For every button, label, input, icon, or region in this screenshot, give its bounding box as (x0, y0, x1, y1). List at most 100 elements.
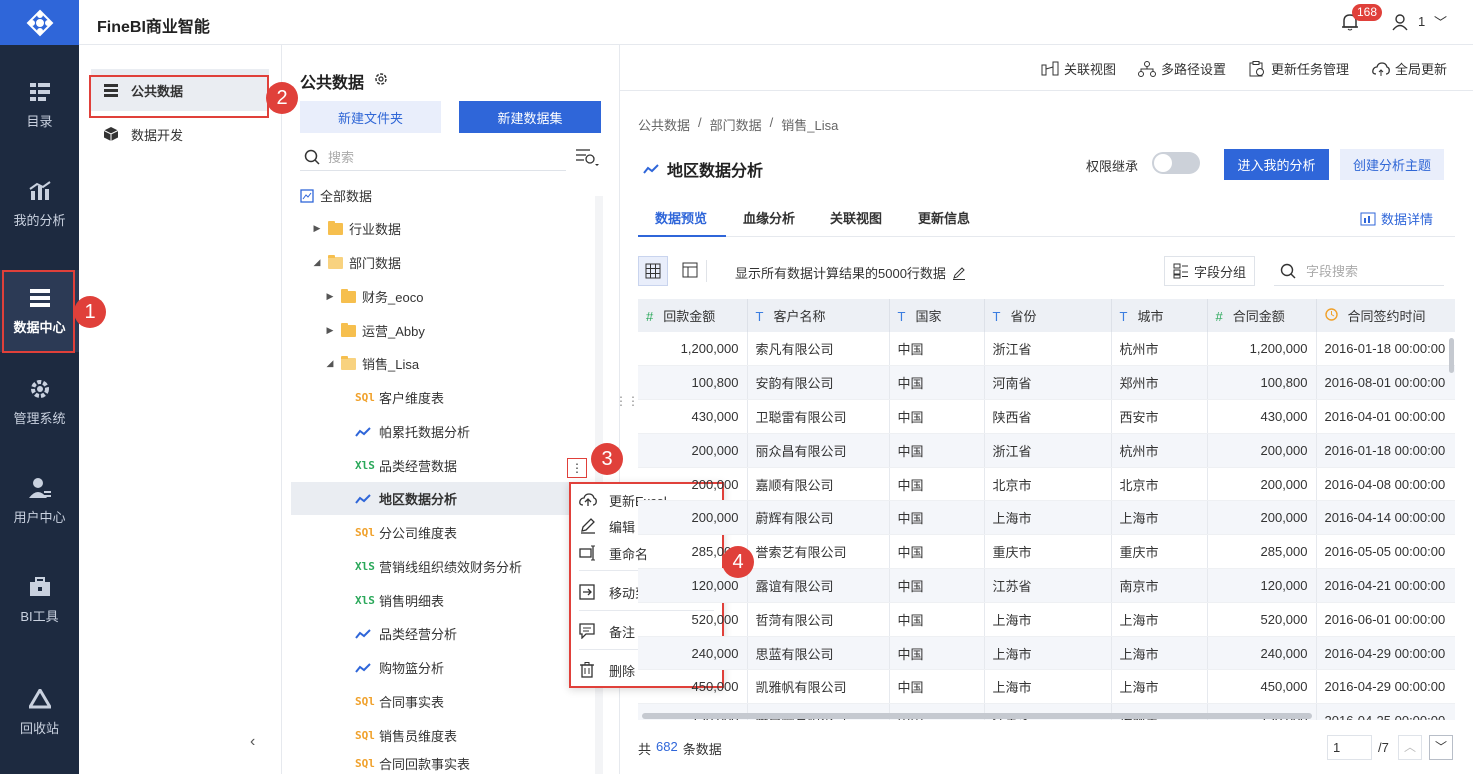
tree-node-dataset[interactable]: SQl 合同事实表 (355, 685, 444, 718)
tree-search[interactable]: 搜索 (300, 143, 566, 171)
tree-node-dataset[interactable]: 购物篮分析 (355, 651, 444, 684)
update-task-button[interactable]: 更新任务管理 (1248, 59, 1349, 78)
tree-node-folder[interactable]: ◢ 部门数据 (312, 246, 401, 279)
tree-node-label: 合同回款事实表 (379, 756, 471, 772)
column-header[interactable]: T 城市 (1111, 299, 1208, 332)
tree-node-label: 品类经营数据 (379, 459, 458, 474)
table-row[interactable]: 200,000 蔚辉有限公司 中国 上海市 上海市 200,000 2016-04-14 0… (638, 500, 1455, 536)
create-topic-button[interactable]: 创建分析主题 (1340, 149, 1444, 180)
sql-icon: SQl (355, 729, 375, 742)
next-page-button[interactable]: ﹀ (1429, 735, 1453, 760)
toolbar-label: 更新任务管理 (1271, 62, 1350, 77)
tab-relation-view[interactable]: 关联视图 (830, 208, 882, 227)
column-header-label: 省份 (1010, 309, 1037, 324)
page-input[interactable]: 1 (1327, 735, 1372, 760)
relation-view-button[interactable]: 关联视图 (1041, 59, 1116, 78)
tab-lineage[interactable]: 血缘分析 (743, 208, 795, 227)
tree-node-dataset[interactable]: XlS 品类经营数据 (355, 449, 457, 482)
tree-node-dataset[interactable]: SQl 分公司维度表 (355, 516, 457, 549)
tree-node-folder[interactable]: ▶ 行业数据 (312, 212, 401, 245)
enter-analysis-button[interactable]: 进入我的分析 (1224, 149, 1329, 180)
sort-filter-icon[interactable] (575, 147, 601, 170)
tree-node-folder[interactable]: ▶ 财务_eoco (325, 280, 423, 313)
top-bar (79, 0, 1473, 45)
tree-node-folder[interactable]: ▶ 运营_Abby (325, 314, 425, 347)
table-cell: 凯雅帆有限公司 (747, 669, 890, 705)
tree-node-all-data[interactable]: 全部数据 (300, 179, 372, 212)
table-vscroll-thumb[interactable] (1449, 338, 1454, 373)
table-cell: 河南省 (984, 365, 1112, 401)
column-header[interactable]: # 合同金额 (1207, 299, 1317, 332)
data-details-link[interactable]: 数据详情 (1360, 209, 1433, 228)
menu-item-edit[interactable]: 编辑 (579, 513, 635, 539)
new-dataset-button[interactable]: 新建数据集 (459, 101, 601, 133)
field-search-input[interactable]: 字段搜索 (1274, 256, 1444, 286)
column-header[interactable]: T 国家 (889, 299, 985, 332)
table-row[interactable]: 200,000 嘉顺有限公司 中国 北京市 北京市 200,000 2016-04-08 0… (638, 467, 1455, 502)
breadcrumb-item[interactable]: 公共数据 (638, 115, 690, 134)
table-hscroll-thumb[interactable] (642, 713, 1312, 719)
layout-view-icon[interactable] (682, 262, 698, 281)
prev-page-button[interactable]: ︿ (1398, 735, 1422, 760)
sidebar-item-data-dev[interactable]: 数据开发 (91, 113, 269, 155)
breadcrumb-item[interactable]: 部门数据 (710, 115, 762, 134)
table-row[interactable]: 100,800 安韵有限公司 中国 河南省 郑州市 100,800 2016-08-01 0… (638, 365, 1455, 401)
table-row[interactable]: 520,000 哲菏有限公司 中国 上海市 上海市 520,000 2016-06-01 0… (638, 602, 1455, 637)
settings-icon[interactable] (373, 71, 389, 90)
tree-node-dataset[interactable]: 品类经营分析 (355, 617, 457, 650)
more-options-button[interactable]: ⋮ (567, 458, 587, 478)
grid-view-button[interactable] (638, 256, 668, 286)
table-row[interactable]: 430,000 卫聪雷有限公司 中国 陕西省 西安市 430,000 2016-04-01 … (638, 399, 1455, 434)
table-cell: 浙江省 (984, 433, 1112, 468)
table-row[interactable]: 1,200,000 索凡有限公司 中国 浙江省 杭州市 1,200,000 2016-01-… (638, 332, 1455, 367)
nav-my-analysis[interactable]: 我的分析 (0, 159, 79, 249)
tree-node-label: 分公司维度表 (379, 526, 458, 541)
tree-node-dataset-selected[interactable]: 地区数据分析 (291, 482, 591, 515)
inherit-toggle[interactable] (1152, 152, 1200, 174)
tab-update-info[interactable]: 更新信息 (918, 208, 970, 227)
tree-node-dataset[interactable]: 帕累托数据分析 (355, 415, 470, 448)
table-cell: 索凡有限公司 (747, 332, 890, 367)
chevron-down-icon[interactable]: ﹀ (1434, 12, 1447, 31)
column-header[interactable]: # 回款金额 (638, 299, 748, 332)
pencil-icon (581, 518, 595, 534)
tree-node-dataset[interactable]: SQl 客户维度表 (355, 381, 444, 414)
column-header[interactable]: T 省份 (984, 299, 1112, 332)
tree-node-dataset[interactable]: SQl 销售员维度表 (355, 719, 457, 752)
menu-item-delete[interactable]: 删除 (579, 657, 635, 683)
multipath-button[interactable]: 多路径设置 (1138, 59, 1226, 78)
table-row[interactable]: 450,000 凯雅帆有限公司 中国 上海市 上海市 450,000 2016-04-29 … (638, 669, 1455, 705)
nav-recycle[interactable]: 回收站 (0, 667, 79, 757)
table-cell: 中国 (889, 636, 985, 671)
nav-catalog[interactable]: 目录 (0, 60, 79, 150)
table-cell: 2016-06-01 00:00:00 (1316, 602, 1455, 637)
table-row[interactable]: 240,000 思蓝有限公司 中国 上海市 上海市 240,000 2016-04-29 0… (638, 636, 1455, 671)
user-name[interactable]: 1 (1418, 14, 1425, 29)
table-cell: 285,000 (1207, 534, 1317, 570)
field-group-button[interactable]: 字段分组 (1164, 256, 1256, 286)
global-update-button[interactable]: 全局更新 (1372, 59, 1447, 78)
resize-handle-icon[interactable]: ⋮⋮ (615, 395, 639, 407)
table-row[interactable]: 285,000 誉索艺有限公司 中国 重庆市 重庆市 285,000 2016-05-05 … (638, 534, 1455, 570)
pencil-icon[interactable] (952, 266, 966, 280)
nav-user-center[interactable]: 用户中心 (0, 456, 79, 546)
nav-bi-tools[interactable]: BI工具 (0, 555, 79, 645)
logo[interactable] (0, 0, 79, 45)
tree-node-dataset[interactable]: XlS 营销线组织绩效财务分析 (355, 550, 522, 583)
collapse-icon[interactable]: ‹ (250, 733, 255, 751)
menu-item-note[interactable]: 备注 (579, 618, 635, 644)
tree-node-dataset[interactable]: XlS 销售明细表 (355, 584, 444, 617)
step-marker-3: 3 (591, 443, 623, 475)
breadcrumb-item[interactable]: 销售_Lisa (781, 115, 838, 134)
user-icon[interactable] (1392, 13, 1408, 34)
tree-node-dataset[interactable]: SQl 合同回款事实表 (355, 752, 470, 774)
tab-data-preview[interactable]: 数据预览 (655, 208, 707, 227)
column-header[interactable]: T 客户名称 (747, 299, 890, 332)
column-header[interactable]: 合同签约时间 (1316, 299, 1455, 332)
field-group-label: 字段分组 (1194, 264, 1247, 280)
table-row[interactable]: 120,000 露谊有限公司 中国 江苏省 南京市 120,000 2016-04-21 0… (638, 568, 1455, 603)
nav-management[interactable]: 管理系统 (0, 357, 79, 447)
tree-node-folder[interactable]: ◢ 销售_Lisa (325, 347, 419, 380)
new-folder-button[interactable]: 新建文件夹 (300, 101, 441, 133)
table-row[interactable]: 200,000 丽众昌有限公司 中国 浙江省 杭州市 200,000 2016-01-18 … (638, 433, 1455, 468)
